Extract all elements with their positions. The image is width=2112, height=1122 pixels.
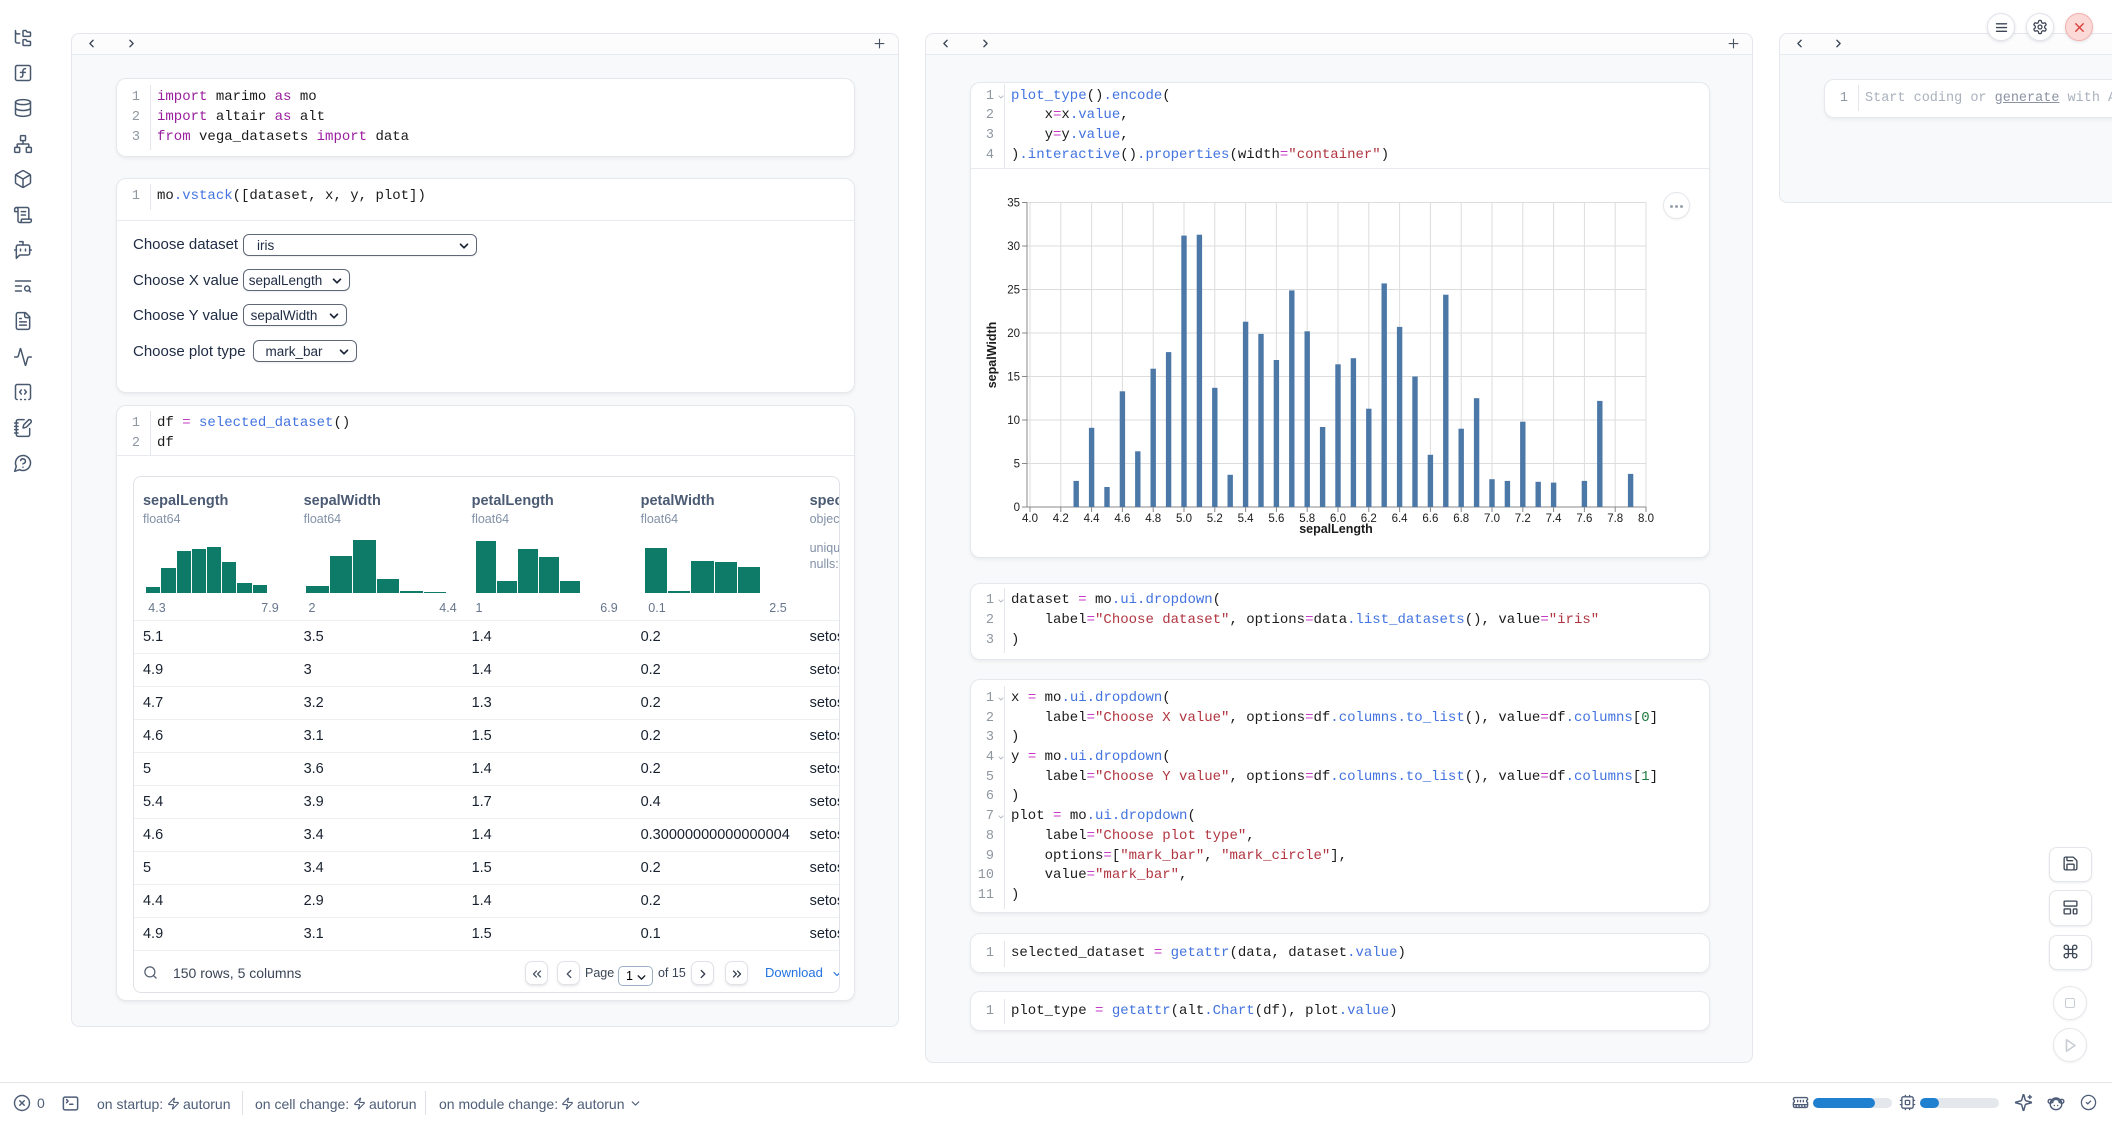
svg-text:0: 0 [1014, 502, 1020, 514]
svg-text:sepalLength: sepalLength [1299, 522, 1373, 536]
svg-text:5.4: 5.4 [1238, 513, 1255, 525]
svg-text:7.0: 7.0 [1484, 513, 1500, 525]
svg-text:4.0: 4.0 [1022, 513, 1038, 525]
svg-text:4.8: 4.8 [1145, 513, 1161, 525]
svg-text:4.6: 4.6 [1114, 513, 1130, 525]
svg-text:7.4: 7.4 [1546, 513, 1563, 525]
svg-text:6.8: 6.8 [1453, 513, 1469, 525]
svg-text:15: 15 [1007, 372, 1020, 384]
svg-text:25: 25 [1007, 285, 1020, 297]
svg-text:7.6: 7.6 [1576, 513, 1592, 525]
svg-text:10: 10 [1007, 415, 1020, 427]
svg-text:20: 20 [1007, 328, 1020, 340]
svg-text:30: 30 [1007, 241, 1020, 253]
svg-text:4.4: 4.4 [1084, 513, 1101, 525]
svg-text:4.2: 4.2 [1053, 513, 1069, 525]
svg-text:7.8: 7.8 [1607, 513, 1623, 525]
svg-text:5.6: 5.6 [1268, 513, 1284, 525]
svg-text:35: 35 [1007, 198, 1020, 210]
svg-text:sepalWidth: sepalWidth [985, 322, 999, 389]
svg-text:8.0: 8.0 [1638, 513, 1654, 525]
svg-text:5.2: 5.2 [1207, 513, 1223, 525]
svg-text:5: 5 [1014, 459, 1020, 471]
svg-text:5.0: 5.0 [1176, 513, 1192, 525]
svg-text:6.6: 6.6 [1422, 513, 1438, 525]
svg-text:7.2: 7.2 [1515, 513, 1531, 525]
svg-text:6.4: 6.4 [1392, 513, 1409, 525]
